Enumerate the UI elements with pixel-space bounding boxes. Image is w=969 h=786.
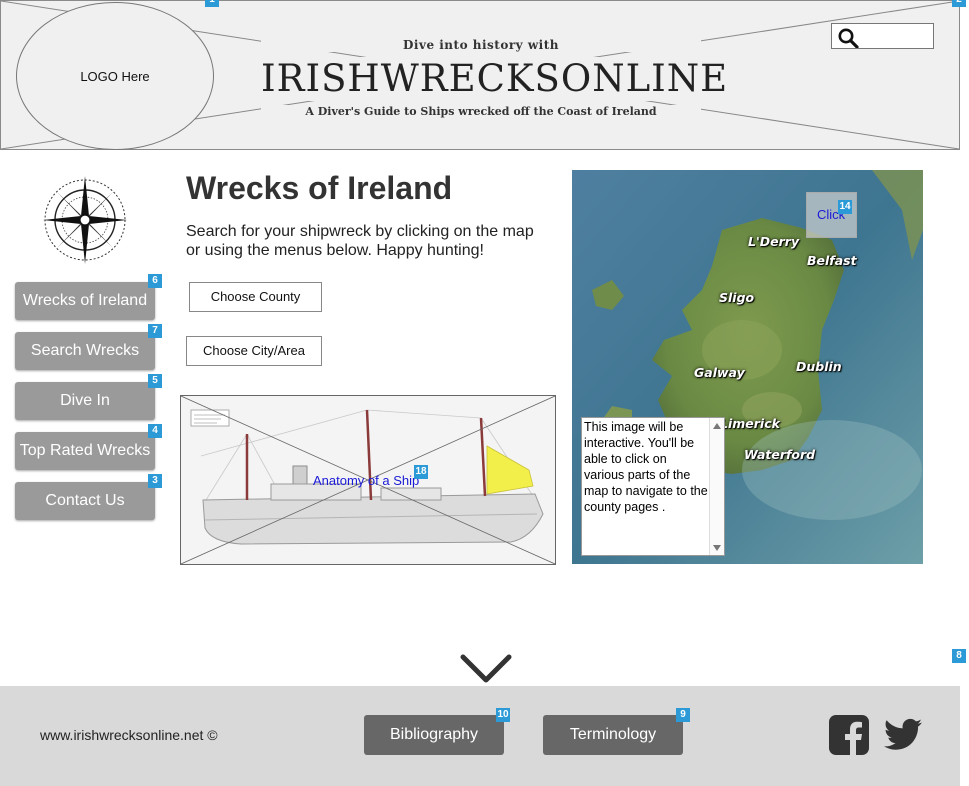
site-brand: IRISHWRECKSONLINE <box>261 57 729 101</box>
nav-top-rated-wrecks[interactable]: Top Rated Wrecks <box>15 432 155 470</box>
annotation-badge: 8 <box>952 649 966 663</box>
page-title: Wrecks of Ireland <box>186 170 453 206</box>
search-icon <box>838 28 859 48</box>
copyright-text: www.irishwrecksonline.net © <box>40 727 218 743</box>
annotation-badge: 1 <box>205 0 219 7</box>
chevron-down-icon[interactable] <box>458 652 514 686</box>
site-header: LOGO Here Dive into history with IRISHWR… <box>0 0 960 150</box>
annotation-badge: 18 <box>414 465 428 479</box>
facebook-icon[interactable] <box>829 715 869 755</box>
ship-anatomy-image[interactable]: Anatomy of a Ship <box>180 395 556 565</box>
terminology-button[interactable]: Terminology <box>543 715 683 755</box>
annotation-badge: 5 <box>148 374 162 388</box>
annotation-badge: 4 <box>148 424 162 438</box>
annotation-badge: 6 <box>148 274 162 288</box>
anatomy-of-ship-link[interactable]: Anatomy of a Ship <box>313 473 419 488</box>
choose-city-select[interactable]: Choose City/Area <box>186 336 322 366</box>
annotation-badge: 2 <box>952 0 966 7</box>
ireland-map[interactable]: L'Derry Belfast Sligo Dublin Galway Lime… <box>572 170 923 564</box>
nav-contact-us[interactable]: Contact Us <box>15 482 155 520</box>
map-click-hotspot[interactable]: Click 14 <box>806 192 857 238</box>
annotation-badge: 14 <box>838 200 852 214</box>
compass-rose-icon <box>43 176 127 264</box>
bibliography-button[interactable]: Bibliography <box>364 715 504 755</box>
site-footer: www.irishwrecksonline.net © Bibliography… <box>0 686 960 786</box>
nav-dive-in[interactable]: Dive In <box>15 382 155 420</box>
annotation-badge: 7 <box>148 324 162 338</box>
annotation-badge: 3 <box>148 474 162 488</box>
map-city-label[interactable]: Waterford <box>744 447 815 462</box>
nav-search-wrecks[interactable]: Search Wrecks <box>15 332 155 370</box>
scrollbar[interactable] <box>709 418 724 555</box>
nav-wrecks-of-ireland[interactable]: Wrecks of Ireland <box>15 282 155 320</box>
tagline-top: Dive into history with <box>261 38 701 52</box>
logo-text: LOGO Here <box>80 68 150 84</box>
annotation-badge: 9 <box>676 708 690 722</box>
map-note-text: This image will be interactive. You'll b… <box>584 420 708 514</box>
scrollbar-arrows-icon <box>713 423 721 551</box>
choose-county-select[interactable]: Choose County <box>189 282 322 312</box>
intro-text: Search for your shipwreck by clicking on… <box>186 223 534 259</box>
tagline-bottom: A Diver's Guide to Ships wrecked off the… <box>261 105 701 118</box>
annotation-badge: 10 <box>496 708 510 722</box>
map-city-label[interactable]: L'Derry <box>748 234 799 249</box>
map-city-label[interactable]: Dublin <box>796 359 842 374</box>
map-city-label[interactable]: Sligo <box>719 290 754 305</box>
logo-placeholder[interactable]: LOGO Here <box>16 2 214 150</box>
map-city-label[interactable]: Belfast <box>807 253 857 268</box>
twitter-icon[interactable] <box>884 718 922 751</box>
map-city-label[interactable]: Limerick <box>720 416 780 431</box>
map-city-label[interactable]: Galway <box>694 365 745 380</box>
map-note-textarea[interactable]: This image will be interactive. You'll b… <box>581 417 725 556</box>
search-input[interactable] <box>831 23 934 49</box>
